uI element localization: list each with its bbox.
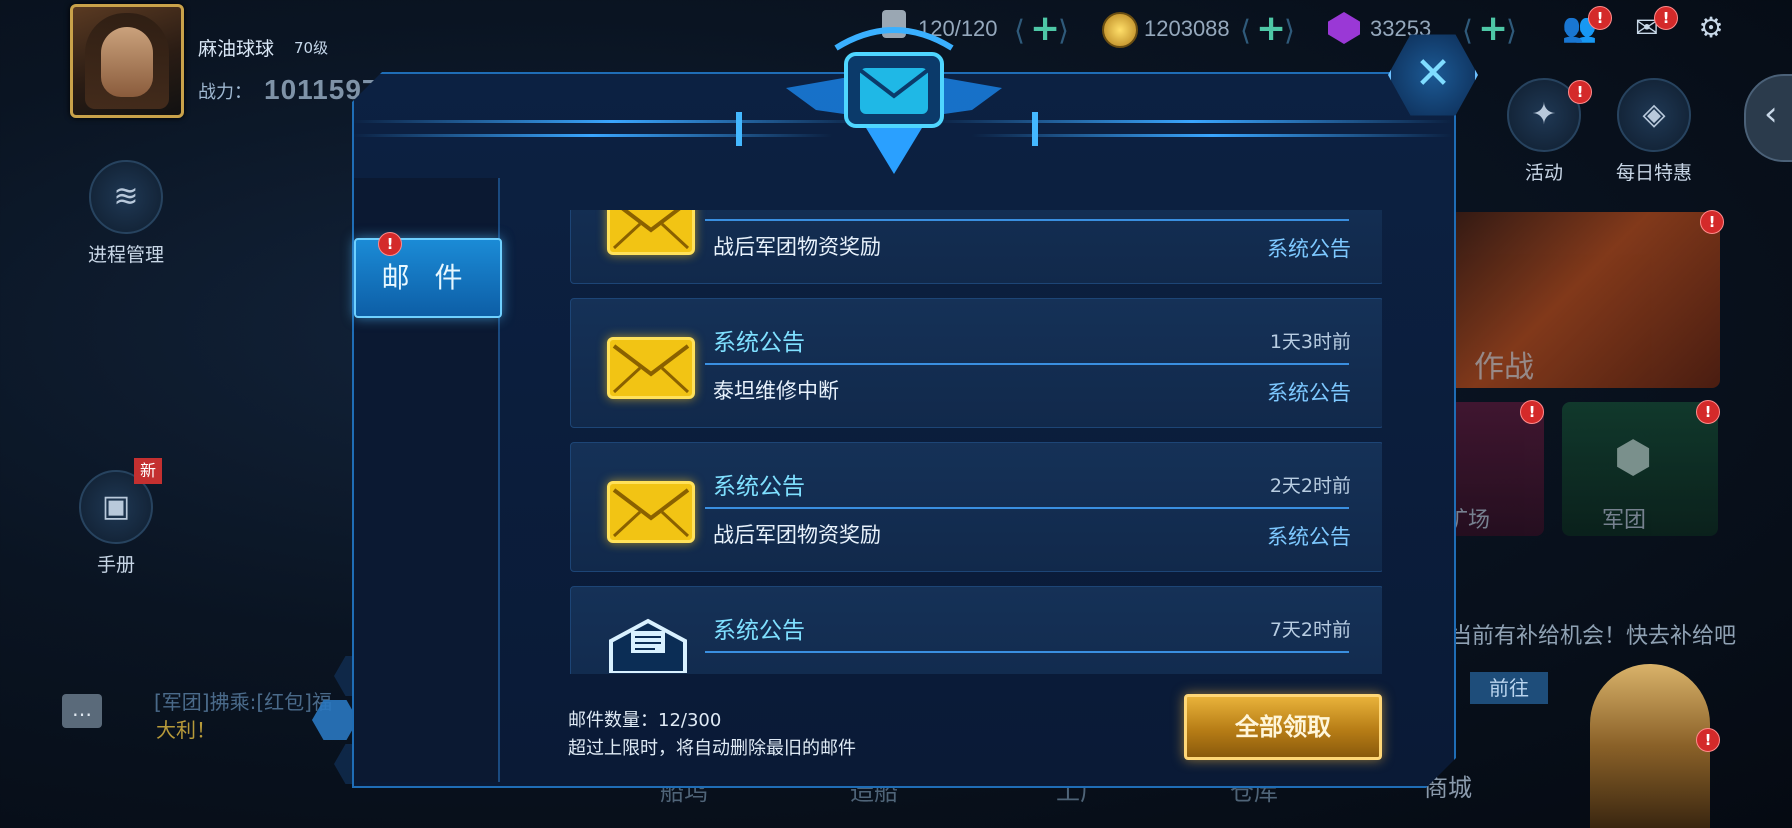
legion-card[interactable]: ⬢ 军团	[1562, 402, 1718, 536]
mail-title: 系统公告	[713, 330, 805, 356]
daily-special-button[interactable]: ◈ 每日特惠	[1604, 78, 1704, 185]
energy-add-button[interactable]: ⟨ + ⟩	[1014, 8, 1074, 50]
tab-mail-label: 邮 件	[381, 261, 471, 294]
chevron-left-icon: ‹	[1764, 94, 1778, 134]
chat-icon[interactable]: …	[62, 694, 102, 728]
close-icon: ✕	[1414, 48, 1452, 99]
mail-content: 战后军团物资奖励	[713, 523, 881, 547]
advisor-portrait[interactable]	[1590, 664, 1710, 828]
mail-separator	[705, 363, 1349, 365]
gem-add-button[interactable]: ⟨ + ⟩	[1462, 8, 1522, 50]
mail-separator	[705, 651, 1349, 653]
handbook-button[interactable]: ▣ 手册	[66, 470, 166, 577]
gem-icon	[1328, 12, 1360, 44]
mail-limit-note: 超过上限时，将自动删除最旧的邮件	[568, 738, 856, 759]
coin-value: 1203088	[1144, 16, 1230, 41]
coin-resource: 1203088	[1144, 8, 1254, 50]
envelope-open-icon	[607, 617, 689, 674]
coin-add-button[interactable]: ⟨ + ⟩	[1240, 8, 1300, 50]
legion-label: 军团	[1602, 508, 1647, 533]
mail-separator	[705, 219, 1349, 221]
dragon-icon: ◈	[1617, 78, 1691, 152]
player-level: 70级	[294, 39, 329, 57]
claim-all-button[interactable]: 全部领取	[1184, 694, 1382, 760]
mail-tag: 系统公告	[1267, 237, 1351, 261]
chat-channel-text: [军团]拂乘:[红包]福	[154, 690, 332, 714]
fleet-battle-badge: !	[1700, 210, 1724, 234]
mail-content: 战后军团物资奖励	[713, 235, 881, 259]
activity-badge: !	[1568, 80, 1592, 104]
power-label: 战力：	[198, 82, 252, 103]
envelope-closed-icon	[607, 210, 695, 255]
legion-badge: !	[1696, 400, 1720, 424]
mail-item[interactable]: 战后军团物资奖励 系统公告	[570, 210, 1382, 284]
tab-mail-badge: !	[378, 232, 402, 256]
mail-emblem-icon	[776, 18, 1012, 176]
mail-content: 泰坦维修中断	[713, 379, 839, 403]
settings-gear-icon[interactable]: ⚙	[1694, 12, 1728, 44]
mail-item[interactable]: 系统公告 2天2时前 战后军团物资奖励 系统公告	[570, 442, 1382, 572]
mail-tag: 系统公告	[1267, 525, 1351, 549]
friends-badge: !	[1588, 6, 1612, 30]
mail-item[interactable]: 系统公告 7天2时前	[570, 586, 1382, 674]
progress-mgmt-label: 进程管理	[87, 244, 164, 266]
mail-badge: !	[1654, 6, 1678, 30]
mail-tag: 系统公告	[1267, 381, 1351, 405]
activity-label: 活动	[1524, 162, 1563, 184]
layers-icon: ≋	[89, 160, 163, 234]
mail-time: 2天2时前	[1269, 475, 1351, 497]
player-name: 麻油球球	[198, 38, 275, 60]
envelope-closed-icon	[607, 337, 695, 399]
mail-title: 系统公告	[713, 618, 805, 644]
daily-special-label: 每日特惠	[1615, 162, 1692, 184]
new-badge: 新	[134, 458, 162, 484]
advisor-badge: !	[1696, 728, 1720, 752]
fleet-battle-label: 作战	[1474, 350, 1534, 385]
envelope-closed-icon	[607, 481, 695, 543]
mail-time: 1天3时前	[1269, 331, 1351, 353]
legion-emblem-icon: ⬢	[1614, 432, 1653, 483]
mail-title: 系统公告	[713, 474, 805, 500]
progress-mgmt-button[interactable]: ≋ 进程管理	[66, 160, 186, 267]
fleet-battle-card[interactable]: 作战	[1448, 212, 1720, 388]
mail-item[interactable]: 系统公告 1天3时前 泰坦维修中断 系统公告	[570, 298, 1382, 428]
goto-button[interactable]: 前往	[1470, 672, 1548, 704]
player-avatar[interactable]	[70, 4, 184, 118]
mail-separator	[705, 507, 1349, 509]
space-mine-badge: !	[1520, 400, 1544, 424]
mail-count: 邮件数量：12/300	[568, 710, 722, 731]
handbook-label: 手册	[96, 554, 135, 576]
mail-list[interactable]: 战后军团物资奖励 系统公告 系统公告 1天3时前 泰坦维修中断 系统公告 系统公…	[570, 210, 1382, 674]
coin-icon	[1102, 12, 1138, 48]
mail-time: 7天2时前	[1269, 619, 1351, 641]
promo-text: 当前有补给机会！快去补给吧	[1450, 624, 1737, 649]
chat-line-2: 大利！	[156, 718, 216, 742]
side-drawer-toggle[interactable]: ‹	[1744, 74, 1792, 162]
